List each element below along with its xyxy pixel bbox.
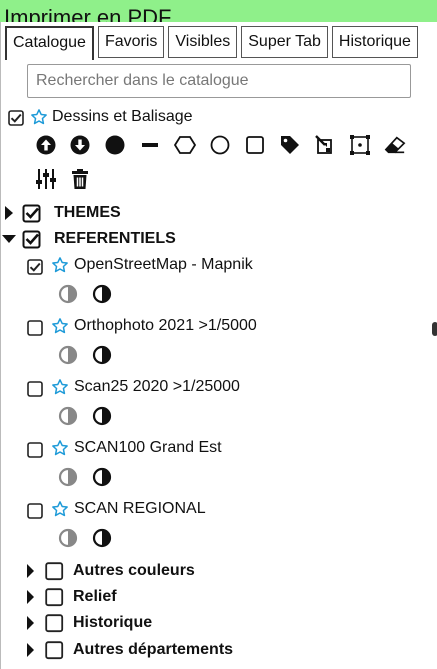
subgroup-label: Historique: [73, 614, 153, 631]
layer-label: Orthophoto 2021 >1/5000: [74, 317, 257, 334]
expand-caret-icon[interactable]: [26, 590, 35, 604]
favorite-star-icon[interactable]: [51, 256, 69, 274]
layer-checkbox[interactable]: [27, 442, 44, 459]
drawing-layer-label: Dessins et Balisage: [52, 108, 193, 125]
opacity-decrease-icon[interactable]: [58, 406, 78, 426]
layer-checkbox[interactable]: [27, 503, 44, 520]
subgroup-checkbox[interactable]: [45, 588, 64, 607]
layer-checkbox[interactable]: [27, 381, 44, 398]
opacity-decrease-icon[interactable]: [58, 528, 78, 548]
opacity-increase-icon[interactable]: [92, 467, 112, 487]
subgroup-checkbox[interactable]: [45, 641, 64, 660]
referentiels-collapse-caret-icon[interactable]: [2, 234, 16, 244]
opacity-decrease-icon[interactable]: [58, 467, 78, 487]
point-icon[interactable]: [104, 134, 126, 156]
subgroup-label: Relief: [73, 588, 117, 605]
settings-icon[interactable]: [35, 168, 57, 190]
window-title: Imprimer en PDF: [4, 5, 172, 23]
expand-caret-icon[interactable]: [26, 616, 35, 630]
label-icon[interactable]: [279, 134, 301, 156]
referentiels-checkbox[interactable]: [22, 229, 42, 249]
opacity-increase-icon[interactable]: [92, 406, 112, 426]
favorite-star-icon[interactable]: [51, 500, 69, 518]
themes-checkbox[interactable]: [22, 203, 42, 223]
opacity-increase-icon[interactable]: [92, 284, 112, 304]
opacity-increase-icon[interactable]: [92, 345, 112, 365]
themes-group-label: THEMES: [54, 204, 121, 221]
expand-caret-icon[interactable]: [26, 643, 35, 657]
rectangle-icon[interactable]: [244, 134, 266, 156]
edit-icon[interactable]: [314, 134, 336, 156]
window-titlebar: Imprimer en PDF: [0, 0, 437, 22]
opacity-decrease-icon[interactable]: [58, 284, 78, 304]
referentiels-group-label: REFERENTIELS: [54, 230, 176, 247]
bbox-icon[interactable]: [349, 134, 371, 156]
arrow-up-icon[interactable]: [35, 134, 57, 156]
subgroup-checkbox[interactable]: [45, 562, 64, 581]
layer-label: Scan25 2020 >1/25000: [74, 378, 240, 395]
line-icon[interactable]: [139, 134, 161, 156]
tab-visibles[interactable]: Visibles: [168, 26, 238, 58]
eraser-icon[interactable]: [384, 134, 406, 156]
arrow-down-icon[interactable]: [69, 134, 91, 156]
layer-checkbox[interactable]: [27, 320, 44, 337]
layer-label: SCAN REGIONAL: [74, 500, 206, 517]
scrollbar-thumb[interactable]: [432, 322, 437, 336]
tab-bar: Catalogue Favoris Visibles Super Tab His…: [5, 26, 418, 60]
layer-label: OpenStreetMap - Mapnik: [74, 256, 253, 273]
catalogue-search-input[interactable]: [27, 64, 411, 98]
subgroup-label: Autres départements: [73, 641, 234, 658]
layer-checkbox[interactable]: [27, 259, 44, 276]
favorite-star-icon[interactable]: [30, 108, 48, 126]
tab-super-tab[interactable]: Super Tab: [241, 26, 328, 58]
tab-historique[interactable]: Historique: [331, 26, 418, 58]
circle-icon[interactable]: [209, 134, 231, 156]
favorite-star-icon[interactable]: [51, 317, 69, 335]
themes-expand-caret-icon[interactable]: [4, 206, 14, 220]
subgroup-checkbox[interactable]: [45, 614, 64, 633]
drawing-checkbox[interactable]: [8, 110, 24, 126]
layer-label: SCAN100 Grand Est: [74, 439, 222, 456]
trash-icon[interactable]: [69, 168, 91, 190]
tab-catalogue[interactable]: Catalogue: [5, 26, 94, 60]
polygon-icon[interactable]: [174, 134, 196, 156]
opacity-increase-icon[interactable]: [92, 528, 112, 548]
tab-favoris[interactable]: Favoris: [97, 26, 165, 58]
subgroup-label: Autres couleurs: [73, 562, 195, 579]
favorite-star-icon[interactable]: [51, 378, 69, 396]
opacity-decrease-icon[interactable]: [58, 345, 78, 365]
favorite-star-icon[interactable]: [51, 439, 69, 457]
expand-caret-icon[interactable]: [26, 564, 35, 578]
